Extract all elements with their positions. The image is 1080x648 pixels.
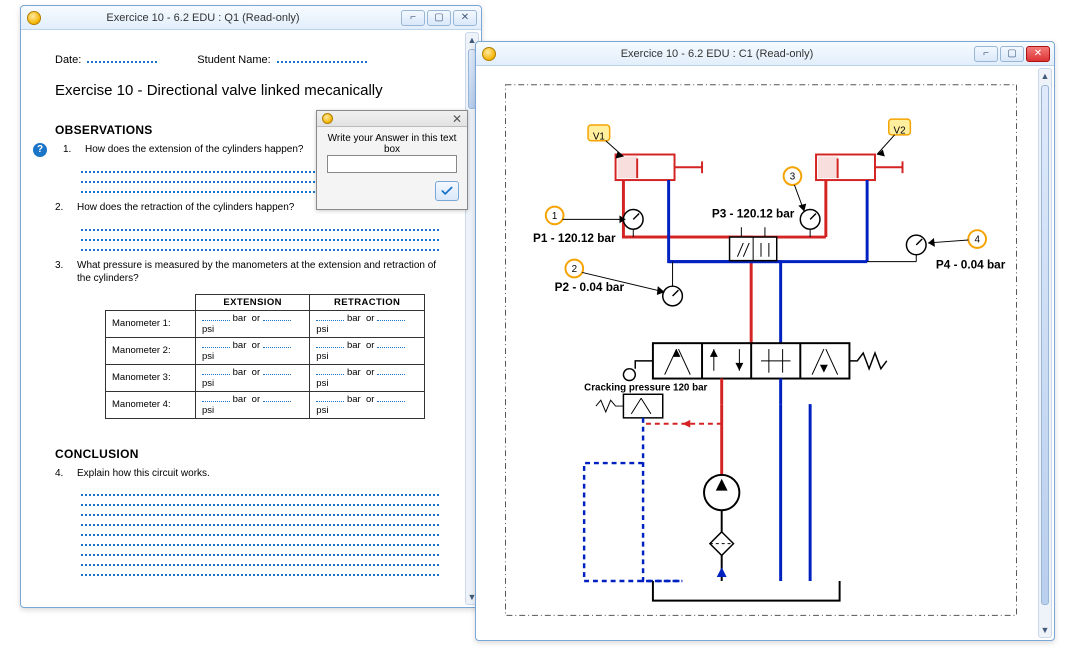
pilot-valve-icon xyxy=(730,227,777,260)
scroll-up-icon[interactable]: ▲ xyxy=(1039,69,1051,83)
answer-popup: ✕ Write your Answer in this text box xyxy=(316,110,468,210)
question-number: 2. xyxy=(55,201,67,215)
table-row: Manometer 2: bar or psi bar or psi xyxy=(106,337,425,364)
cylinder-right-icon xyxy=(816,155,902,181)
gauge-p1-icon xyxy=(623,210,643,238)
window-title: Exercice 10 - 6.2 EDU : Q1 (Read-only) xyxy=(47,12,399,24)
minimize-button[interactable]: ⌐ xyxy=(401,10,425,26)
pressure-label-p2: P2 - 0.04 bar xyxy=(555,281,625,294)
app-icon xyxy=(482,47,496,61)
pressure-table: EXTENSION RETRACTION Manometer 1: bar or… xyxy=(105,294,425,419)
submit-button[interactable] xyxy=(435,181,459,201)
answer-input[interactable] xyxy=(327,155,457,173)
table-col-retraction: RETRACTION xyxy=(310,294,425,310)
valve-label: V1 xyxy=(593,131,605,142)
question-number: 3. xyxy=(55,259,67,286)
hydraulic-diagram[interactable]: V1 V2 xyxy=(480,70,1042,636)
student-label: Student Name: xyxy=(197,54,270,66)
scroll-thumb[interactable] xyxy=(1041,85,1049,605)
table-row: Manometer 3: bar or psi bar or psi xyxy=(106,364,425,391)
question-text: What pressure is measured by the manomet… xyxy=(77,259,439,286)
marker-2: 2 xyxy=(572,264,577,275)
gauge-p4-icon xyxy=(867,235,926,262)
tank-icon xyxy=(653,581,840,601)
marker-4: 4 xyxy=(974,235,980,246)
cracking-pressure-label: Cracking pressure 120 bar xyxy=(584,382,707,393)
marker-1: 1 xyxy=(552,211,557,222)
help-icon[interactable]: ? xyxy=(33,143,47,157)
titlebar-c1[interactable]: Exercice 10 - 6.2 EDU : C1 (Read-only) ⌐… xyxy=(476,42,1054,66)
scroll-down-icon[interactable]: ▼ xyxy=(1039,623,1051,637)
question-number: 1. xyxy=(63,143,75,157)
window-q1: Exercice 10 - 6.2 EDU : Q1 (Read-only) ⌐… xyxy=(20,5,482,608)
maximize-button[interactable]: ▢ xyxy=(1000,46,1024,62)
student-name-field[interactable] xyxy=(277,61,367,63)
marker-3: 3 xyxy=(790,172,796,183)
pressure-label-p3: P3 - 120.12 bar xyxy=(712,207,795,220)
conclusion-heading: CONCLUSION xyxy=(55,447,439,461)
question-number: 4. xyxy=(55,467,67,481)
gauge-p3-icon xyxy=(800,210,820,238)
gauge-p2-icon xyxy=(663,262,683,306)
popup-titlebar[interactable]: ✕ xyxy=(317,111,467,127)
pump-icon xyxy=(704,475,739,532)
relief-valve-icon xyxy=(596,394,663,418)
close-button[interactable]: ✕ xyxy=(1026,46,1050,62)
question-text: How does the retraction of the cylinders… xyxy=(77,201,294,215)
table-row: Manometer 4: bar or psi bar or psi xyxy=(106,391,425,418)
question-text: Explain how this circuit works. xyxy=(77,467,210,481)
popup-prompt: Write your Answer in this text box xyxy=(323,133,461,155)
window-c1: Exercice 10 - 6.2 EDU : C1 (Read-only) ⌐… xyxy=(475,41,1055,641)
titlebar-q1[interactable]: Exercice 10 - 6.2 EDU : Q1 (Read-only) ⌐… xyxy=(21,6,481,30)
vertical-scrollbar[interactable]: ▲ ▼ xyxy=(1038,68,1052,638)
pressure-label-p4: P4 - 0.04 bar xyxy=(936,258,1006,271)
answer-lines[interactable] xyxy=(81,486,439,576)
close-button[interactable]: ✕ xyxy=(453,10,477,26)
window-title: Exercice 10 - 6.2 EDU : C1 (Read-only) xyxy=(502,48,972,60)
valve-label: V2 xyxy=(894,126,906,137)
app-icon xyxy=(27,11,41,25)
check-icon xyxy=(440,184,454,198)
pressure-label-p1: P1 - 120.12 bar xyxy=(533,232,616,245)
table-col-extension: EXTENSION xyxy=(196,294,310,310)
cylinder-left-icon xyxy=(616,155,702,181)
maximize-button[interactable]: ▢ xyxy=(427,10,451,26)
answer-lines[interactable] xyxy=(81,221,439,251)
app-icon xyxy=(322,113,333,124)
date-label: Date: xyxy=(55,54,81,66)
question-text: How does the extension of the cylinders … xyxy=(85,143,303,157)
minimize-button[interactable]: ⌐ xyxy=(974,46,998,62)
table-row: Manometer 1: bar or psi bar or psi xyxy=(106,310,425,337)
close-icon[interactable]: ✕ xyxy=(447,112,467,126)
page-title: Exercise 10 - Directional valve linked m… xyxy=(55,82,439,99)
date-field[interactable] xyxy=(87,61,157,63)
